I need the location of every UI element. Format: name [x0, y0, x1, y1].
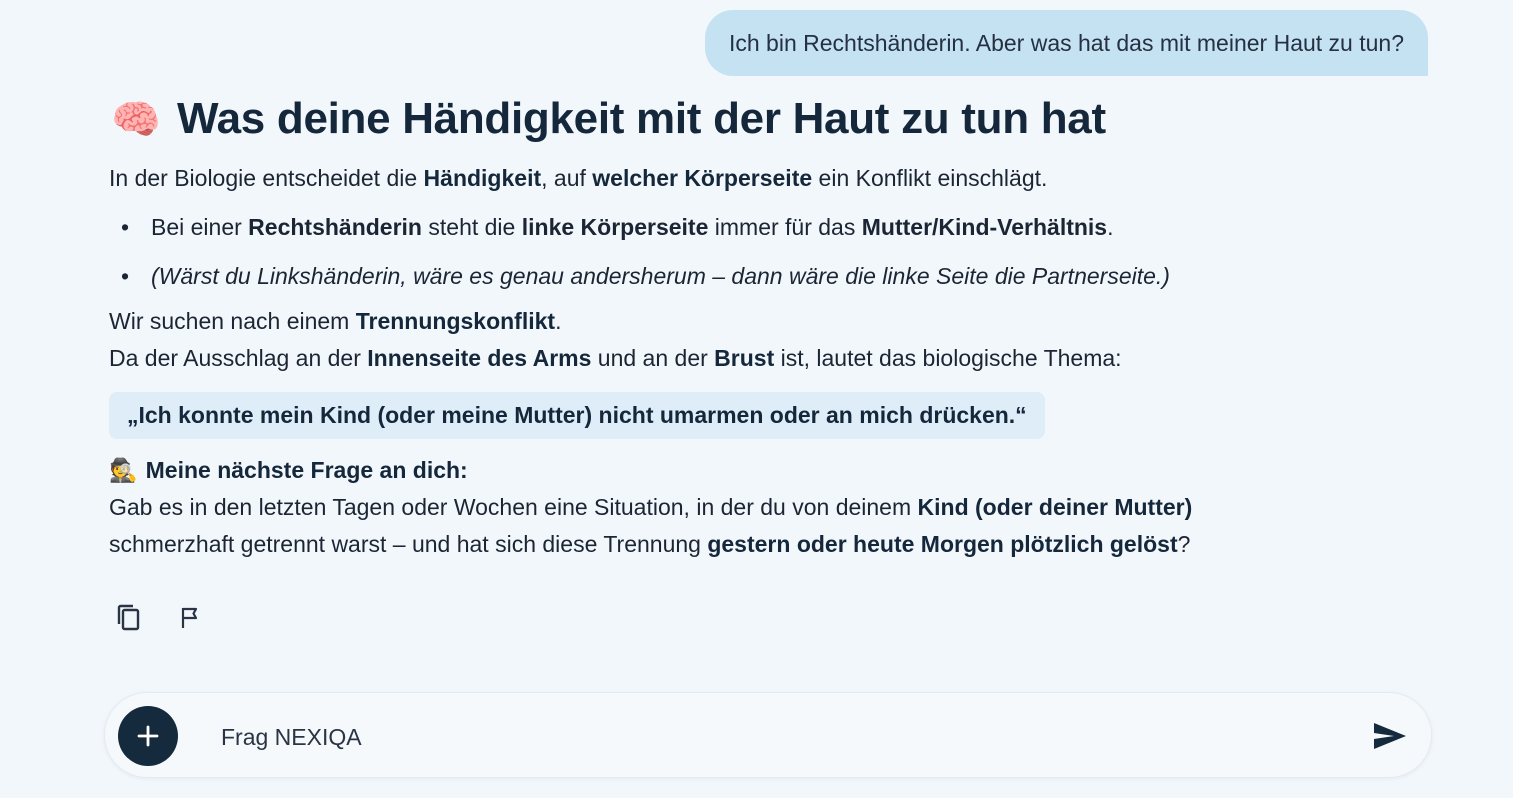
assistant-answer: 🧠 Was deine Händigkeit mit der Haut zu t…	[109, 92, 1409, 563]
intro-text-1: In der Biologie entscheidet die	[109, 165, 424, 191]
question-line-1: Gab es in den letzten Tagen oder Wochen …	[109, 489, 1409, 526]
chat-view: Ich bin Rechtshänderin. Aber was hat das…	[0, 0, 1513, 798]
bullet-dot: •	[121, 214, 130, 240]
bullet1-bold-2: linke Körperseite	[521, 214, 709, 240]
send-icon	[1374, 723, 1406, 749]
question2-text-2: ?	[1177, 531, 1191, 557]
message-actions	[109, 598, 211, 638]
flag-button[interactable]	[171, 598, 211, 638]
bullet-list: • Bei einer Rechtshänderin steht die lin…	[109, 203, 1409, 301]
bullet-dot: •	[121, 263, 130, 289]
list-item: • Bei einer Rechtshänderin steht die lin…	[109, 203, 1409, 252]
copy-icon	[117, 604, 140, 631]
search-bold-1: Trennungskonflikt	[355, 308, 556, 334]
intro-bold-1: Händigkeit	[423, 165, 542, 191]
question2-text-1: schmerzhaft getrennt warst – und hat sic…	[109, 531, 708, 557]
flag-icon	[181, 607, 198, 628]
bullet1-bold-1: Rechtshänderin	[248, 214, 422, 240]
rash-bold-1: Innenseite des Arms	[367, 345, 592, 371]
intro-text-2: , auf	[541, 165, 593, 191]
answer-heading: 🧠 Was deine Händigkeit mit der Haut zu t…	[109, 92, 1409, 146]
plus-icon	[137, 725, 159, 747]
add-attachment-button[interactable]	[118, 706, 178, 766]
rash-bold-2: Brust	[714, 345, 775, 371]
user-message-bubble: Ich bin Rechtshänderin. Aber was hat das…	[704, 10, 1428, 76]
answer-heading-text: Was deine Händigkeit mit der Haut zu tun…	[177, 94, 1106, 143]
user-message-text: Ich bin Rechtshänderin. Aber was hat das…	[728, 29, 1404, 56]
composer-bar	[104, 692, 1432, 778]
intro-text-3: ein Konflikt einschlägt.	[812, 165, 1048, 191]
bullet1-text-1: Bei einer	[151, 214, 249, 240]
search-paragraph: Wir suchen nach einem Trennungskonflikt.	[109, 303, 1409, 340]
bullet-text: (Wärst du Linkshänderin, wäre es genau a…	[151, 263, 1170, 289]
question-line-2: schmerzhaft getrennt warst – und hat sic…	[109, 526, 1409, 563]
question2-bold-1: gestern oder heute Morgen plötzlich gelö…	[707, 531, 1178, 557]
question-title-text: Meine nächste Frage an dich:	[145, 457, 468, 483]
rash-text-3: ist, lautet das biologische Thema:	[774, 345, 1122, 371]
bullet1-text-4: .	[1107, 214, 1114, 240]
search-text-2: .	[555, 308, 562, 334]
rash-text-1: Da der Ausschlag an der	[109, 345, 368, 371]
bullet1-text-2: steht die	[422, 214, 522, 240]
bullet1-bold-3: Mutter/Kind-Verhältnis	[861, 214, 1108, 240]
brain-icon: 🧠	[111, 97, 161, 142]
list-item: • (Wärst du Linkshänderin, wäre es genau…	[109, 252, 1409, 301]
search-text-1: Wir suchen nach einem	[109, 308, 356, 334]
intro-paragraph: In der Biologie entscheidet die Händigke…	[109, 160, 1409, 197]
bullet-text: Bei einer Rechtshänderin steht die linke…	[151, 214, 1114, 240]
question-title: 🕵️ Meine nächste Frage an dich:	[109, 451, 1409, 489]
rash-text-2: und an der	[591, 345, 715, 371]
prompt-input[interactable]	[219, 711, 1323, 763]
send-button[interactable]	[1371, 718, 1409, 754]
bullet1-text-3: immer für das	[708, 214, 862, 240]
quote-block: „Ich konnte mein Kind (oder meine Mutter…	[109, 392, 1045, 439]
intro-bold-2: welcher Körperseite	[592, 165, 813, 191]
detective-icon: 🕵️	[109, 457, 138, 483]
rash-paragraph: Da der Ausschlag an der Innenseite des A…	[109, 340, 1409, 377]
question1-bold-1: Kind (oder deiner Mutter)	[917, 494, 1193, 520]
copy-button[interactable]	[109, 598, 149, 638]
question1-text-1: Gab es in den letzten Tagen oder Wochen …	[109, 494, 918, 520]
